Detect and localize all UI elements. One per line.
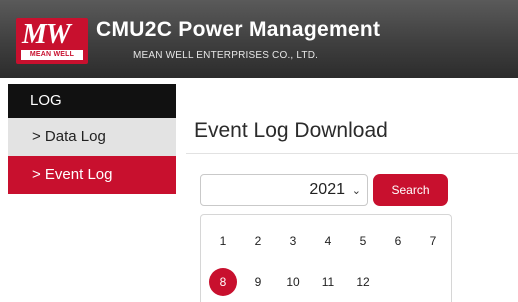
month-12[interactable]: 12 [349, 268, 377, 296]
chevron-down-icon: ⌄ [351, 185, 361, 197]
logo-text: MEAN WELL [21, 50, 83, 60]
month-8[interactable]: 8 [209, 268, 237, 296]
sidebar-heading: LOG [8, 84, 176, 118]
month-picker: 1 2 3 4 5 6 7 8 9 10 11 12 [200, 214, 452, 302]
search-button[interactable]: Search [373, 174, 448, 206]
month-10[interactable]: 10 [279, 268, 307, 296]
month-6[interactable]: 6 [384, 227, 412, 255]
sidebar: LOG > Data Log > Event Log [8, 84, 176, 194]
month-4[interactable]: 4 [314, 227, 342, 255]
year-select-value: 2021 [309, 181, 345, 198]
company-name: MEAN WELL ENTERPRISES CO., LTD. [133, 50, 319, 61]
month-2[interactable]: 2 [244, 227, 272, 255]
month-5[interactable]: 5 [349, 227, 377, 255]
logo-mark: MW [22, 19, 71, 50]
title-divider [186, 153, 518, 154]
year-select[interactable]: 2021 ⌄ [200, 174, 368, 206]
app-title: CMU2C Power Management [96, 18, 381, 41]
month-3[interactable]: 3 [279, 227, 307, 255]
month-9[interactable]: 9 [244, 268, 272, 296]
mean-well-logo: MW MEAN WELL [16, 18, 88, 64]
month-11[interactable]: 11 [314, 268, 342, 296]
month-7[interactable]: 7 [419, 227, 447, 255]
sidebar-item-data-log[interactable]: > Data Log [8, 118, 176, 156]
sidebar-item-event-log[interactable]: > Event Log [8, 156, 176, 194]
month-1[interactable]: 1 [209, 227, 237, 255]
app-header: MW MEAN WELL CMU2C Power Management MEAN… [0, 0, 518, 78]
page-title: Event Log Download [194, 119, 388, 142]
